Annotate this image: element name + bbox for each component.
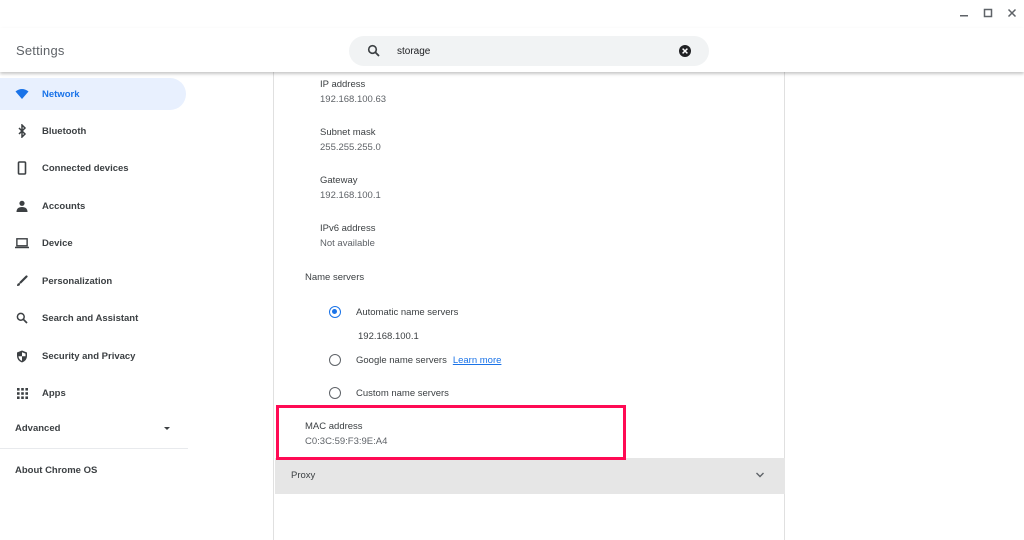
- google-name-servers-label[interactable]: Google name servers: [356, 355, 447, 366]
- wifi-icon: [15, 87, 29, 101]
- ip-address-value: 192.168.100.63: [320, 94, 387, 105]
- sidebar-item-label: Network: [42, 88, 80, 100]
- sidebar-item-accounts[interactable]: Accounts: [0, 190, 186, 222]
- maximize-icon: [983, 8, 993, 18]
- gateway-label: Gateway: [320, 175, 358, 186]
- sidebar-item-about-chrome-os[interactable]: About Chrome OS: [15, 465, 97, 476]
- sidebar-advanced-toggle[interactable]: Advanced: [15, 423, 60, 434]
- close-window-button[interactable]: [1002, 4, 1022, 22]
- subnet-mask-label: Subnet mask: [320, 127, 376, 138]
- person-icon: [15, 199, 29, 213]
- sidebar-item-device[interactable]: Device: [0, 227, 186, 259]
- brush-icon: [15, 274, 29, 288]
- dropdown-arrow-icon[interactable]: [164, 427, 170, 430]
- sidebar-item-personalization[interactable]: Personalization: [0, 265, 186, 297]
- settings-header: Settings: [0, 28, 1024, 72]
- window-titlebar: [0, 0, 1024, 28]
- sidebar-item-label: Apps: [42, 387, 66, 399]
- search-input[interactable]: [397, 42, 667, 60]
- apps-grid-icon: [15, 386, 29, 400]
- sidebar-item-network[interactable]: Network: [0, 78, 186, 110]
- mac-address-highlight: [276, 405, 626, 460]
- gateway-value: 192.168.100.1: [320, 190, 381, 201]
- custom-name-servers-label[interactable]: Custom name servers: [356, 388, 449, 399]
- sidebar-item-label: Connected devices: [42, 162, 129, 174]
- automatic-name-server-address: 192.168.100.1: [358, 331, 419, 342]
- sidebar-item-search-and-assistant[interactable]: Search and Assistant: [0, 302, 186, 334]
- sidebar-item-label: Search and Assistant: [42, 312, 139, 324]
- minimize-icon: [960, 15, 968, 17]
- network-details-panel: IP address 192.168.100.63 Subnet mask 25…: [273, 72, 785, 540]
- google-name-servers-radio[interactable]: [329, 354, 341, 366]
- sidebar-item-security-and-privacy[interactable]: Security and Privacy: [0, 340, 186, 372]
- laptop-icon: [15, 236, 29, 250]
- name-servers-heading: Name servers: [305, 272, 365, 283]
- ipv6-address-label: IPv6 address: [320, 223, 376, 234]
- automatic-name-servers-radio[interactable]: [329, 306, 341, 318]
- shield-icon: [15, 349, 29, 363]
- custom-name-servers-radio[interactable]: [329, 387, 341, 399]
- proxy-label: Proxy: [291, 470, 316, 481]
- sidebar-item-label: Accounts: [42, 200, 86, 212]
- sidebar-item-bluetooth[interactable]: Bluetooth: [0, 115, 186, 147]
- ipv6-address-value: Not available: [320, 238, 375, 249]
- maximize-button[interactable]: [978, 4, 998, 22]
- subnet-mask-value: 255.255.255.0: [320, 142, 381, 153]
- ip-address-label: IP address: [320, 79, 366, 90]
- automatic-name-servers-label[interactable]: Automatic name servers: [356, 307, 458, 318]
- phone-icon: [15, 161, 29, 175]
- page-title: Settings: [16, 43, 65, 58]
- proxy-section-toggle[interactable]: Proxy: [275, 458, 785, 494]
- sidebar-item-label: Bluetooth: [42, 125, 87, 137]
- minimize-button[interactable]: [954, 4, 974, 22]
- search-icon: [15, 311, 29, 325]
- search-box[interactable]: [349, 36, 709, 66]
- sidebar-item-label: Device: [42, 237, 73, 249]
- sidebar-item-label: Personalization: [42, 275, 113, 287]
- search-icon: [367, 44, 380, 57]
- learn-more-link[interactable]: Learn more: [453, 355, 502, 366]
- sidebar-item-apps[interactable]: Apps: [0, 377, 186, 409]
- bluetooth-icon: [15, 124, 29, 138]
- sidebar-item-connected-devices[interactable]: Connected devices: [0, 152, 186, 184]
- sidebar-item-label: Security and Privacy: [42, 350, 136, 362]
- sidebar-divider: [0, 448, 188, 449]
- google-name-servers-option: Google name servers Learn more: [356, 355, 501, 366]
- clear-search-icon[interactable]: [678, 44, 692, 58]
- close-icon: [1007, 8, 1017, 18]
- chevron-down-icon: [756, 472, 764, 478]
